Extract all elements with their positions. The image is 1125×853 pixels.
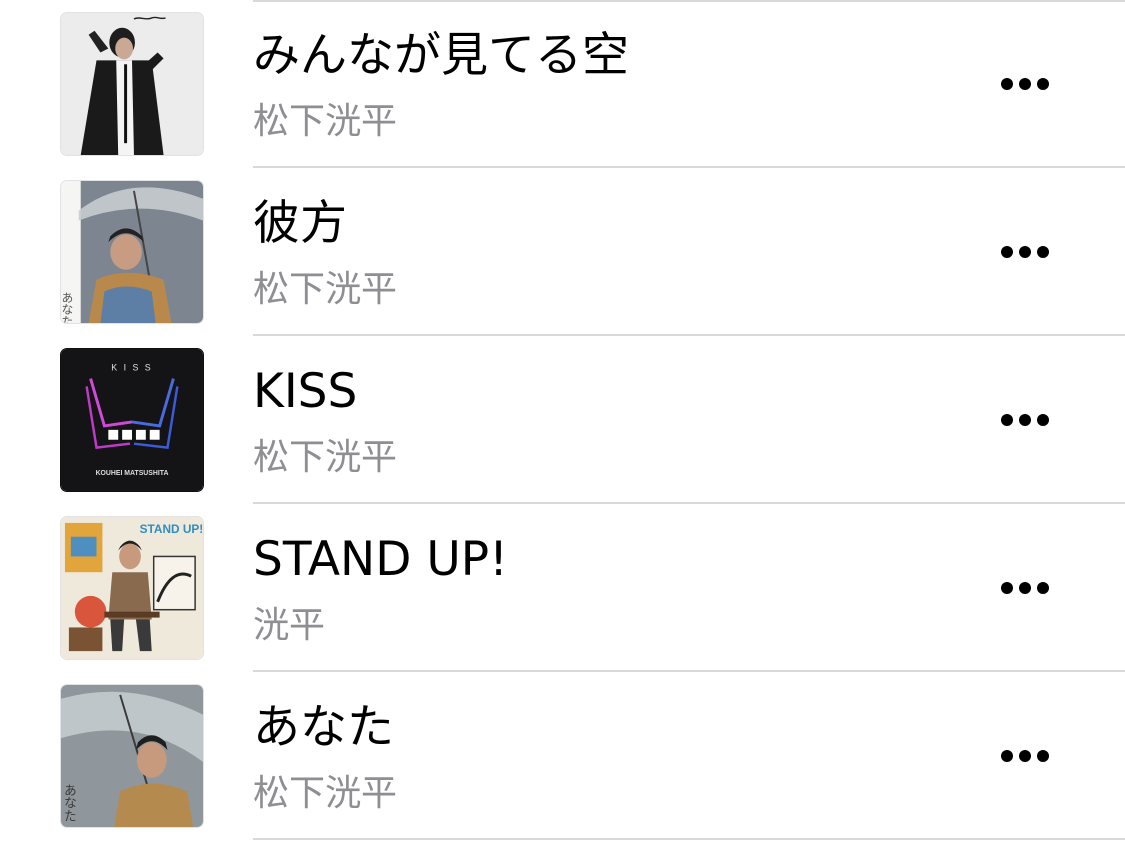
song-artist: 洸平 (253, 605, 326, 646)
song-title: あなた (253, 700, 394, 755)
song-artist: 松下洸平 (253, 101, 398, 142)
song-artist: 松下洸平 (253, 773, 398, 814)
song-row[interactable]: あなた あなた 松下洸平 (0, 672, 1125, 840)
album-artwork: あなた (60, 684, 204, 828)
svg-text:あなた: あなた (62, 784, 76, 823)
ellipsis-icon[interactable] (990, 400, 1060, 440)
ellipsis-icon[interactable] (990, 64, 1060, 104)
album-art-umbrella-rain: あなた (61, 685, 203, 827)
ellipsis-icon[interactable] (990, 736, 1060, 776)
song-title: 彼方 (253, 196, 347, 251)
album-artwork (60, 12, 204, 156)
album-artwork: あなた (60, 180, 204, 324)
ellipsis-icon[interactable] (990, 232, 1060, 272)
song-row[interactable]: みんなが見てる空 松下洸平 (0, 0, 1125, 168)
album-artwork: K I S S KOUHEI MATSUSHITA (60, 348, 204, 492)
album-art-stand-up: STAND UP! (61, 517, 203, 659)
album-artwork: STAND UP! (60, 516, 204, 660)
song-artist: 松下洸平 (253, 269, 398, 310)
song-row[interactable]: STAND UP! STAND UP! 洸平 (0, 504, 1125, 672)
album-art-umbrella-portrait: あなた (61, 181, 203, 323)
song-artist: 松下洸平 (253, 437, 398, 478)
artwork-caption: K I S S (111, 363, 152, 373)
song-row[interactable]: K I S S KOUHEI MATSUSHITA KISS 松下洸平 (0, 336, 1125, 504)
song-list: みんなが見てる空 松下洸平 あなた 彼方 松下洸平 K I S S KOUHEI… (0, 0, 1125, 853)
svg-text:あなた: あなた (61, 291, 74, 323)
ellipsis-icon[interactable] (990, 568, 1060, 608)
album-art-monochrome-portrait (61, 13, 203, 155)
song-title: STAND UP! (253, 532, 508, 587)
album-art-neon-hands: K I S S KOUHEI MATSUSHITA (61, 349, 203, 491)
artwork-caption: KOUHEI MATSUSHITA (96, 470, 169, 477)
song-title: KISS (253, 364, 358, 419)
song-title: みんなが見てる空 (253, 28, 629, 83)
song-row[interactable]: あなた 彼方 松下洸平 (0, 168, 1125, 336)
row-divider (253, 838, 1125, 840)
artwork-caption: STAND UP! (140, 522, 203, 536)
